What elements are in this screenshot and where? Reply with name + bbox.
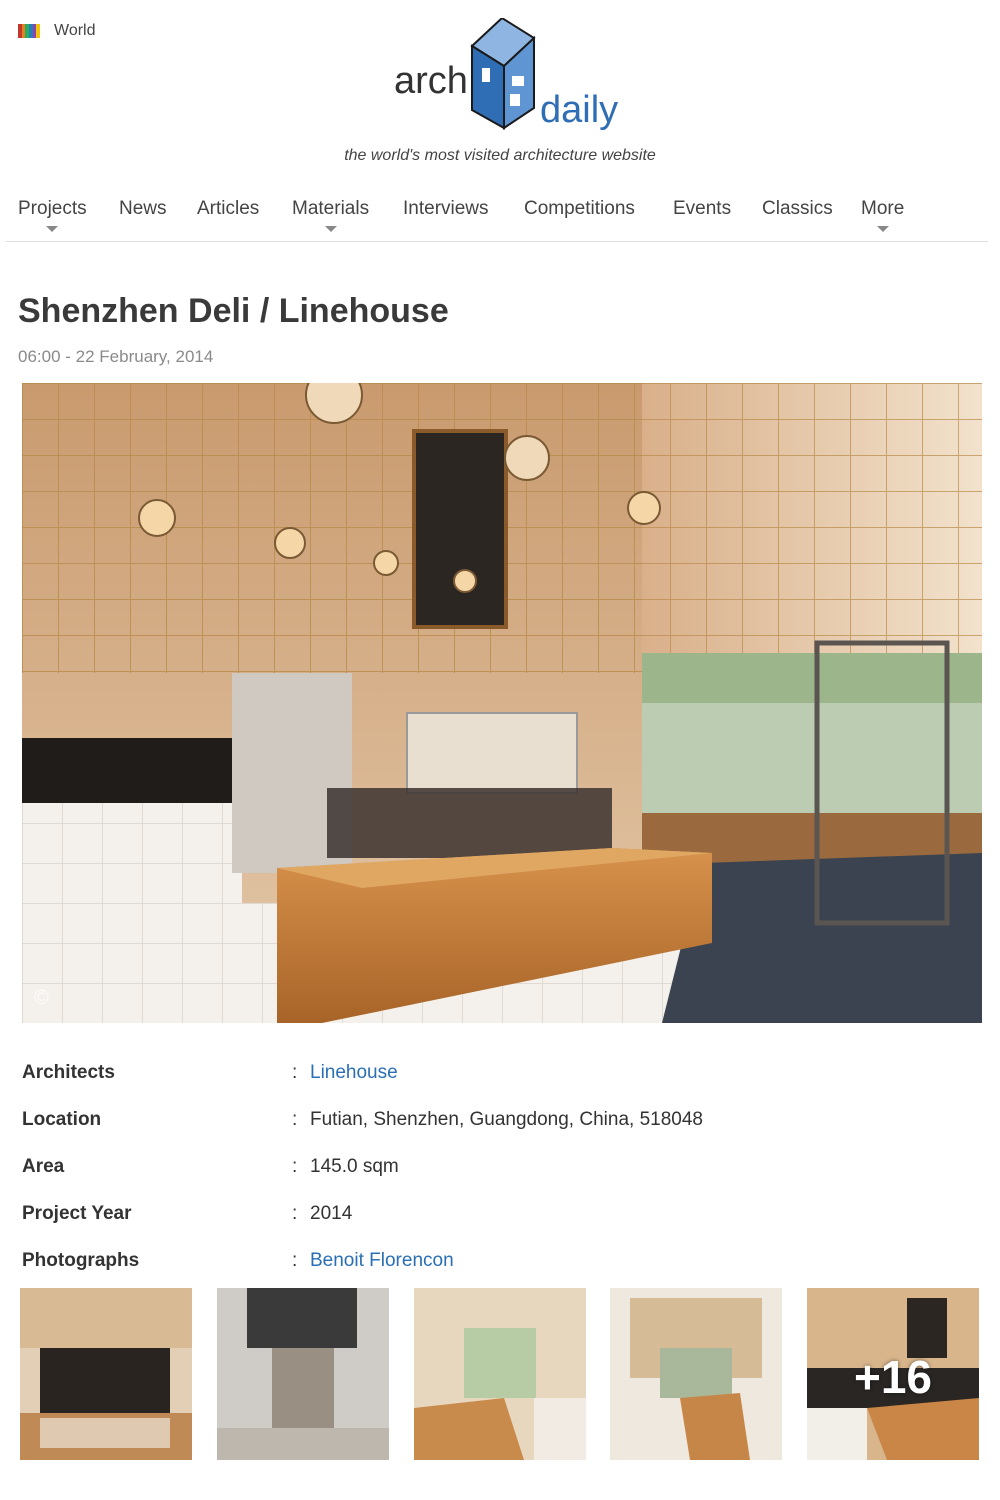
nav-item-articles[interactable]: Articles xyxy=(197,198,259,220)
spec-label: Architects xyxy=(22,1062,115,1083)
spec-separator: : xyxy=(292,1203,298,1224)
spec-separator: : xyxy=(292,1250,298,1271)
spec-label: Photographs xyxy=(22,1250,140,1271)
gallery-more-count: +16 xyxy=(853,1351,933,1403)
spec-label: Project Year xyxy=(22,1203,132,1224)
spec-row-area: Area : 145.0 sqm xyxy=(22,1156,982,1186)
nav-label: Articles xyxy=(197,198,260,219)
chevron-down-icon xyxy=(46,226,59,232)
nav-item-competitions[interactable]: Competitions xyxy=(524,198,635,220)
nav-label: Competitions xyxy=(524,198,635,219)
photographer-link[interactable]: Benoit Florencon xyxy=(310,1250,454,1272)
nav-item-projects[interactable]: Projects xyxy=(18,198,87,232)
chevron-down-icon xyxy=(876,226,889,232)
nav-item-more[interactable]: More xyxy=(861,198,905,232)
nav-label: Projects xyxy=(18,198,87,219)
main-nav: Projects News Articles Materials Intervi… xyxy=(0,198,1000,242)
nav-label: News xyxy=(119,198,167,219)
spec-row-photographs: Photographs : Benoit Florencon xyxy=(22,1250,982,1280)
nav-item-materials[interactable]: Materials xyxy=(292,198,370,232)
gallery-thumbnail[interactable] xyxy=(610,1288,782,1460)
nav-label: Interviews xyxy=(403,198,489,219)
spec-label: Area xyxy=(22,1156,65,1177)
nav-label: Materials xyxy=(292,198,370,219)
copyright-icon: © xyxy=(34,987,49,1009)
gallery-thumbnail[interactable] xyxy=(217,1288,389,1460)
page-title: Shenzhen Deli / Linehouse xyxy=(18,292,449,330)
region-selector[interactable]: World xyxy=(18,22,96,40)
nav-label: More xyxy=(861,198,905,219)
spec-label: Location xyxy=(22,1109,102,1130)
spec-value: Futian, Shenzhen, Guangdong, China, 5180… xyxy=(310,1109,703,1130)
nav-item-interviews[interactable]: Interviews xyxy=(403,198,489,220)
gallery-thumbnail-more[interactable]: +16 xyxy=(807,1288,979,1460)
hero-image[interactable]: © xyxy=(22,383,982,1023)
nav-item-news[interactable]: News xyxy=(119,198,167,220)
region-label: World xyxy=(54,22,96,39)
spec-value: 2014 xyxy=(310,1203,353,1224)
gallery-thumbnails: +16 xyxy=(0,1288,1000,1460)
archdaily-logo[interactable]: arch daily xyxy=(392,18,622,136)
site-tagline: the world's most visited architecture we… xyxy=(344,147,656,164)
gallery-thumbnail[interactable] xyxy=(414,1288,586,1460)
nav-label: Classics xyxy=(762,198,833,219)
publish-date: 06:00 - 22 February, 2014 xyxy=(18,347,214,366)
logo-word-daily: daily xyxy=(540,89,618,131)
spec-separator: : xyxy=(292,1109,298,1130)
spec-value: 145.0 sqm xyxy=(310,1156,399,1177)
spec-row-architects: Architects : Linehouse xyxy=(22,1062,982,1092)
nav-divider xyxy=(6,241,988,242)
chevron-down-icon xyxy=(324,226,337,232)
archdaily-building-logo-icon xyxy=(470,18,536,130)
nav-item-classics[interactable]: Classics xyxy=(762,198,833,220)
spec-row-location: Location : Futian, Shenzhen, Guangdong, … xyxy=(22,1109,982,1139)
nav-item-events[interactable]: Events xyxy=(673,198,731,220)
spec-row-project-year: Project Year : 2014 xyxy=(22,1203,982,1233)
gallery-thumbnail[interactable] xyxy=(20,1288,192,1460)
spec-separator: : xyxy=(292,1156,298,1177)
logo-word-arch: arch xyxy=(394,60,468,102)
architect-link[interactable]: Linehouse xyxy=(310,1062,398,1084)
spec-separator: : xyxy=(292,1062,298,1083)
world-flag-icon xyxy=(18,24,41,38)
nav-label: Events xyxy=(673,198,732,219)
